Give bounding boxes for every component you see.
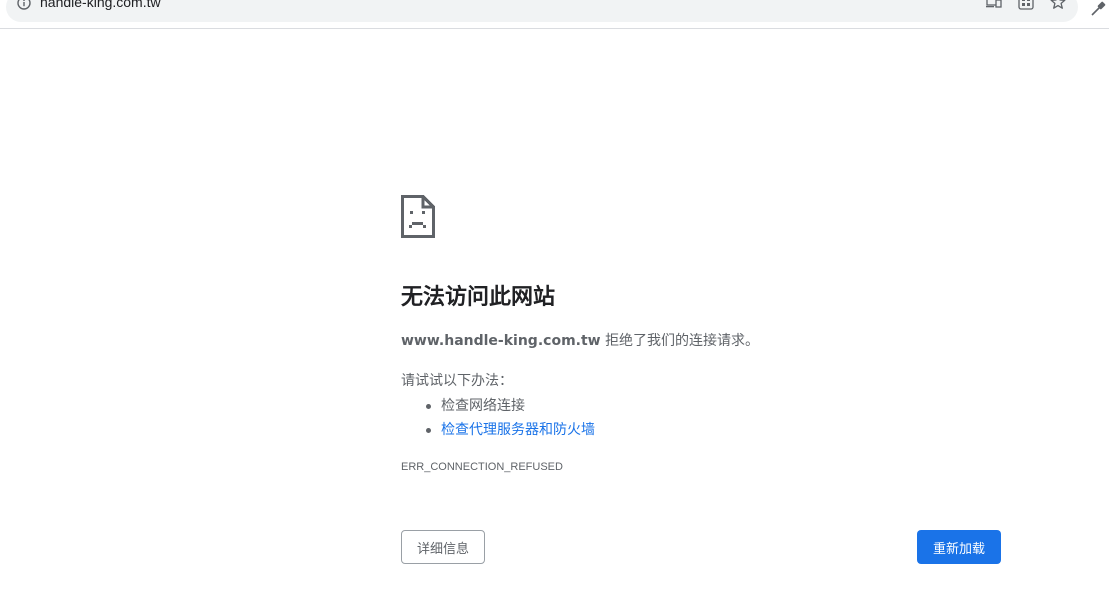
error-summary: www.handle-king.com.tw 拒绝了我们的连接请求。 xyxy=(401,331,759,351)
star-icon[interactable] xyxy=(1050,0,1066,10)
error-title: 无法访问此网站 xyxy=(401,285,556,310)
eyedropper-icon[interactable] xyxy=(1089,0,1107,18)
suggestion-check-proxy-link[interactable]: 检查代理服务器和防火墙 xyxy=(401,418,595,442)
reload-button[interactable]: 重新加载 xyxy=(917,530,1001,564)
error-message: 拒绝了我们的连接请求。 xyxy=(605,333,760,349)
cast-icon[interactable] xyxy=(986,0,1002,10)
url-text[interactable]: handle-king.com.tw xyxy=(40,0,161,11)
suggestion-check-network: 检查网络连接 xyxy=(401,394,595,418)
sad-page-icon xyxy=(401,195,435,238)
suggestions-list: 检查网络连接 检查代理服务器和防火墙 xyxy=(401,394,595,442)
address-bar[interactable]: handle-king.com.tw xyxy=(6,0,1078,22)
browser-toolbar: handle-king.com.tw xyxy=(0,0,1109,29)
error-code: ERR_CONNECTION_REFUSED xyxy=(401,461,563,473)
error-host: www.handle-king.com.tw xyxy=(401,333,601,349)
suggestions-heading: 请试试以下办法： xyxy=(401,373,513,389)
details-button[interactable]: 详细信息 xyxy=(401,530,485,564)
info-icon[interactable] xyxy=(17,0,31,10)
qr-code-icon[interactable] xyxy=(1018,0,1034,10)
